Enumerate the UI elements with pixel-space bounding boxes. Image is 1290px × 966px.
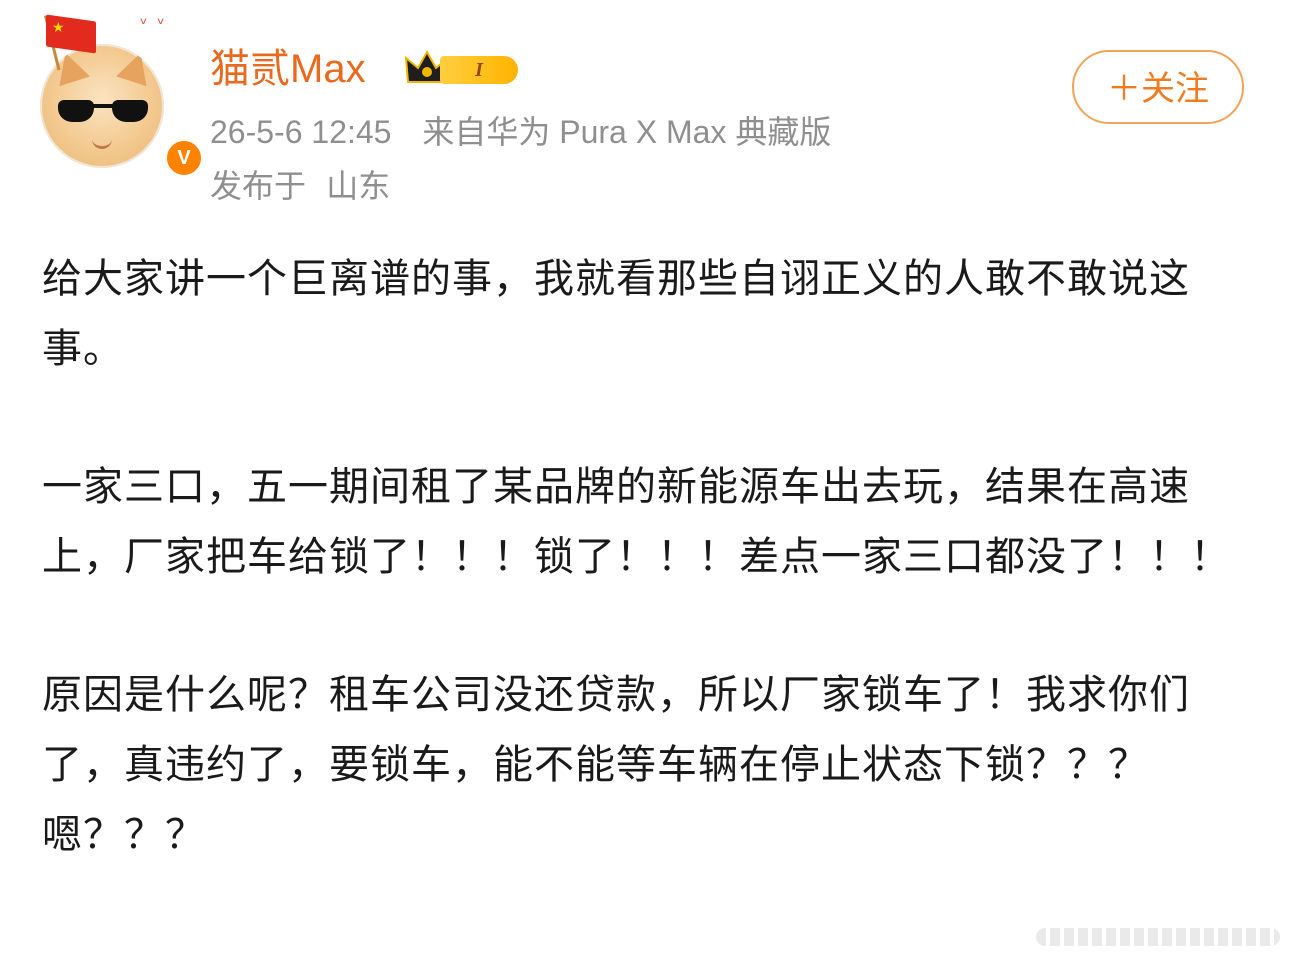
post-timestamp: 26-5-6 12:45: [210, 114, 392, 150]
verified-badge-icon: V: [164, 138, 204, 178]
sunglasses-icon: [58, 100, 150, 124]
post-paragraph: 原因是什么呢？租车公司没还贷款，所以厂家锁车了！我求你们了，真违约了，要锁车，能…: [42, 672, 1190, 858]
post-meta: 26-5-6 12:45 来自华为 Pura X Max 典藏版: [210, 110, 831, 154]
post-body: 给大家讲一个巨离谱的事，我就看那些自诩正义的人敢不敢说这事。 一家三口，五一期间…: [42, 244, 1242, 870]
cat-ear-right: [116, 47, 156, 87]
birds-icon: ᵛ ᵛ: [140, 14, 167, 35]
avatar[interactable]: ★ ᵛ ᵛ V: [36, 14, 204, 178]
watermark-bar: [1036, 924, 1280, 950]
flag-icon: ★: [38, 14, 98, 71]
cat-mouth: [92, 138, 112, 149]
location-name: 山东: [326, 167, 391, 205]
post-source[interactable]: 来自华为 Pura X Max 典藏版: [422, 114, 831, 150]
author-name[interactable]: 猫贰Max: [210, 44, 366, 94]
post-paragraph: 一家三口，五一期间租了某品牌的新能源车出去玩，结果在高速上，厂家把车给锁了！！！…: [42, 464, 1231, 580]
vip-badge[interactable]: I: [404, 46, 522, 92]
follow-button[interactable]: ＋关注: [1072, 50, 1244, 124]
post-location: 发布于 山东: [210, 164, 390, 208]
vip-level-label: I: [440, 56, 518, 84]
post-paragraph: 给大家讲一个巨离谱的事，我就看那些自诩正义的人敢不敢说这事。: [42, 256, 1190, 372]
post-header: ★ ᵛ ᵛ V 猫贰Max I 26-5-6 12:45 来自华为 Pura X…: [0, 0, 1290, 220]
location-prefix: 发布于: [210, 167, 307, 205]
